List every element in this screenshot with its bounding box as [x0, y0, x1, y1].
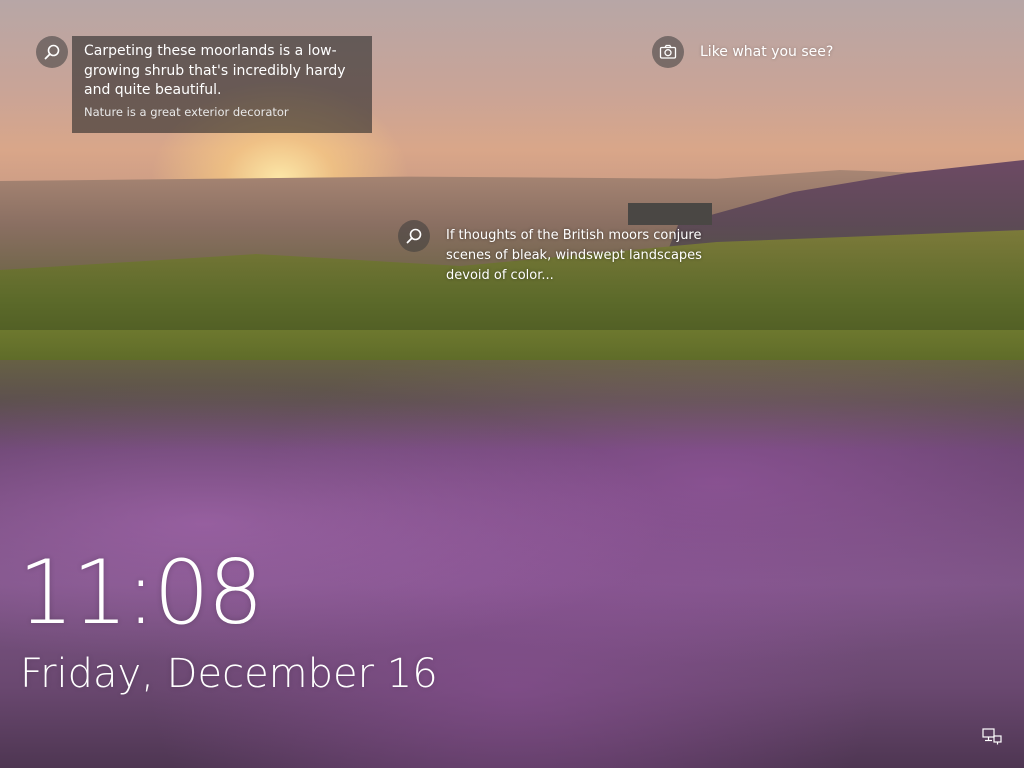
info-card[interactable]: Carpeting these moorlands is a low-growi…	[72, 36, 372, 133]
network-icon[interactable]	[982, 728, 1002, 746]
search-icon	[44, 44, 60, 60]
lock-screen[interactable]: Carpeting these moorlands is a low-growi…	[0, 0, 1024, 768]
card-hotspot-button[interactable]	[36, 36, 68, 68]
clock-date: Friday, December 16	[20, 651, 438, 697]
info-card-title: Carpeting these moorlands is a low-growi…	[84, 43, 346, 98]
clock-time: 11:08	[18, 541, 264, 644]
distant-house	[628, 203, 712, 225]
info-card-subtitle: Nature is a great exterior decorator	[84, 104, 289, 119]
landscape-hotspot-button[interactable]	[398, 220, 430, 252]
ferns	[0, 330, 1024, 450]
landscape-hotspot-text[interactable]: If thoughts of the British moors conjure…	[446, 226, 736, 286]
like-what-you-see-label[interactable]: Like what you see?	[700, 42, 833, 62]
search-icon	[406, 228, 422, 244]
like-what-you-see-button[interactable]	[652, 36, 684, 68]
camera-icon	[659, 44, 677, 59]
